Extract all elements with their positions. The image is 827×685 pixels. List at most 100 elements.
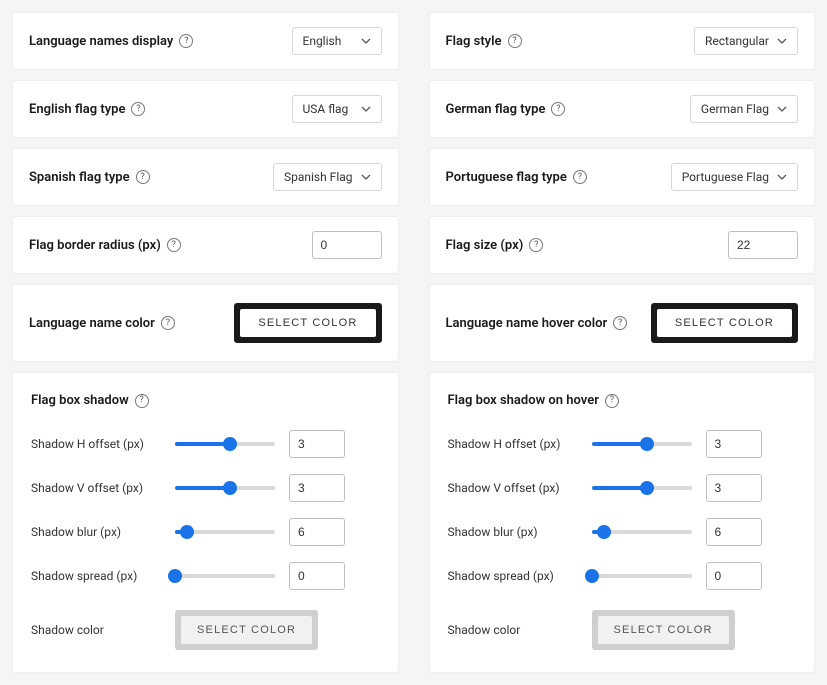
chevron-down-icon [777, 106, 787, 112]
label: Shadow spread (px) [31, 569, 161, 583]
shadow-spread-row: Shadow spread (px) [448, 562, 797, 590]
shadow-blur-row: Shadow blur (px) [31, 518, 380, 546]
setting-language-names-display: Language names display ? English [12, 12, 399, 70]
slider-spread[interactable] [175, 567, 275, 585]
shadow-h-offset-row: Shadow H offset (px) [448, 430, 797, 458]
slider-v-offset[interactable] [592, 479, 692, 497]
color-picker-frame: SELECT COLOR [175, 610, 318, 650]
help-icon[interactable]: ? [135, 394, 149, 408]
input-spread[interactable] [289, 562, 345, 590]
label: Shadow H offset (px) [31, 437, 161, 451]
chevron-down-icon [777, 38, 787, 44]
select-english-flag-type[interactable]: USA flag [292, 95, 382, 123]
shadow-color-row: Shadow color SELECT COLOR [31, 610, 380, 650]
select-value: Rectangular [705, 34, 769, 48]
label: Shadow spread (px) [448, 569, 578, 583]
input-h-offset[interactable] [706, 430, 762, 458]
input-flag-size[interactable] [728, 231, 798, 259]
select-german-flag-type[interactable]: German Flag [690, 95, 798, 123]
card-title: Flag box shadow [31, 393, 129, 408]
shadow-h-offset-row: Shadow H offset (px) [31, 430, 380, 458]
label: Spanish flag type [29, 170, 130, 185]
label: Language name hover color [446, 316, 608, 331]
slider-blur[interactable] [175, 523, 275, 541]
shadow-color-row: Shadow color SELECT COLOR [448, 610, 797, 650]
help-icon[interactable]: ? [167, 238, 181, 252]
select-portuguese-flag-type[interactable]: Portuguese Flag [671, 163, 798, 191]
select-color-button[interactable]: SELECT COLOR [181, 616, 312, 644]
slider-h-offset[interactable] [175, 435, 275, 453]
select-color-button[interactable]: SELECT COLOR [240, 309, 375, 337]
flag-box-shadow-card: Flag box shadow ? Shadow H offset (px) S… [12, 372, 399, 673]
card-title: Flag box shadow on hover [448, 393, 599, 408]
help-icon[interactable]: ? [613, 316, 627, 330]
setting-flag-style: Flag style ? Rectangular [429, 12, 816, 70]
color-picker-frame: SELECT COLOR [651, 303, 798, 343]
input-h-offset[interactable] [289, 430, 345, 458]
input-blur[interactable] [706, 518, 762, 546]
chevron-down-icon [777, 174, 787, 180]
label: Flag style [446, 34, 502, 49]
select-value: Spanish Flag [284, 170, 353, 184]
select-value: English [303, 34, 342, 48]
label: Language names display [29, 34, 173, 49]
input-flag-border-radius[interactable] [312, 231, 382, 259]
label: Shadow H offset (px) [448, 437, 578, 451]
slider-blur[interactable] [592, 523, 692, 541]
shadow-v-offset-row: Shadow V offset (px) [448, 474, 797, 502]
chevron-down-icon [361, 38, 371, 44]
label: German flag type [446, 102, 546, 117]
shadow-blur-row: Shadow blur (px) [448, 518, 797, 546]
input-spread[interactable] [706, 562, 762, 590]
setting-german-flag-type: German flag type ? German Flag [429, 80, 816, 138]
label: English flag type [29, 102, 125, 117]
label: Shadow V offset (px) [31, 481, 161, 495]
select-color-button[interactable]: SELECT COLOR [598, 616, 729, 644]
input-v-offset[interactable] [289, 474, 345, 502]
setting-flag-size: Flag size (px) ? [429, 216, 816, 274]
slider-spread[interactable] [592, 567, 692, 585]
label: Shadow color [448, 623, 578, 637]
input-v-offset[interactable] [706, 474, 762, 502]
select-language-names-display[interactable]: English [292, 27, 382, 55]
help-icon[interactable]: ? [573, 170, 587, 184]
input-blur[interactable] [289, 518, 345, 546]
help-icon[interactable]: ? [179, 34, 193, 48]
settings-grid: Language names display ? English Flag st… [12, 12, 815, 673]
slider-v-offset[interactable] [175, 479, 275, 497]
color-picker-frame: SELECT COLOR [592, 610, 735, 650]
setting-language-name-color: Language name color ? SELECT COLOR [12, 284, 399, 362]
label: Shadow color [31, 623, 161, 637]
setting-flag-border-radius: Flag border radius (px) ? [12, 216, 399, 274]
setting-portuguese-flag-type: Portuguese flag type ? Portuguese Flag [429, 148, 816, 206]
help-icon[interactable]: ? [529, 238, 543, 252]
select-value: USA flag [303, 102, 349, 116]
help-icon[interactable]: ? [508, 34, 522, 48]
slider-h-offset[interactable] [592, 435, 692, 453]
help-icon[interactable]: ? [605, 394, 619, 408]
label: Flag size (px) [446, 238, 524, 253]
chevron-down-icon [361, 106, 371, 112]
help-icon[interactable]: ? [161, 316, 175, 330]
chevron-down-icon [361, 174, 371, 180]
help-icon[interactable]: ? [136, 170, 150, 184]
select-spanish-flag-type[interactable]: Spanish Flag [273, 163, 382, 191]
shadow-v-offset-row: Shadow V offset (px) [31, 474, 380, 502]
setting-language-name-hover-color: Language name hover color ? SELECT COLOR [429, 284, 816, 362]
label: Flag border radius (px) [29, 238, 161, 253]
select-flag-style[interactable]: Rectangular [694, 27, 798, 55]
select-value: German Flag [701, 102, 769, 116]
setting-english-flag-type: English flag type ? USA flag [12, 80, 399, 138]
select-value: Portuguese Flag [682, 170, 769, 184]
label: Portuguese flag type [446, 170, 567, 185]
label: Shadow V offset (px) [448, 481, 578, 495]
flag-box-shadow-hover-card: Flag box shadow on hover ? Shadow H offs… [429, 372, 816, 673]
setting-spanish-flag-type: Spanish flag type ? Spanish Flag [12, 148, 399, 206]
label: Shadow blur (px) [31, 525, 161, 539]
label: Shadow blur (px) [448, 525, 578, 539]
shadow-spread-row: Shadow spread (px) [31, 562, 380, 590]
help-icon[interactable]: ? [551, 102, 565, 116]
label: Language name color [29, 316, 155, 331]
select-color-button[interactable]: SELECT COLOR [657, 309, 792, 337]
help-icon[interactable]: ? [131, 102, 145, 116]
